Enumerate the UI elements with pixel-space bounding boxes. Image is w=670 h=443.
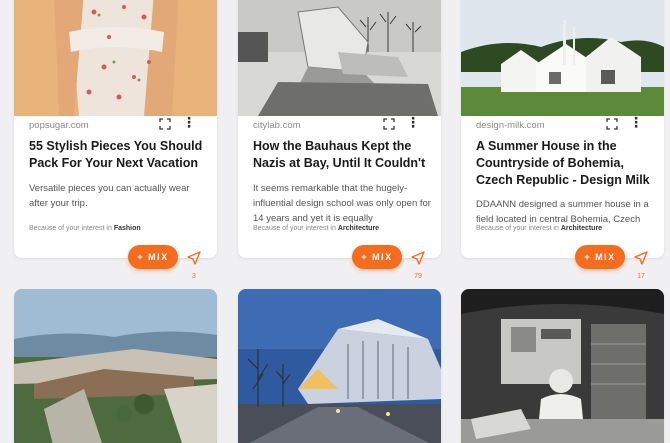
share-icon[interactable] bbox=[187, 251, 201, 265]
article-image[interactable] bbox=[14, 0, 217, 116]
share-icon[interactable] bbox=[634, 251, 648, 265]
article-title[interactable]: How the Bauhaus Kept the Nazis at Bay, U… bbox=[253, 138, 433, 172]
interest-reason: Because of your interest in Fashion bbox=[29, 225, 141, 232]
source-domain[interactable]: design-milk.com bbox=[476, 120, 545, 131]
expand-icon[interactable] bbox=[606, 118, 618, 130]
article-card[interactable] bbox=[14, 289, 217, 443]
article-card[interactable]: popsugar.com ⋮ 55 Stylish Pieces You Sho… bbox=[14, 0, 217, 258]
article-card[interactable]: design-milk.com ⋮ A Summer House in the … bbox=[461, 0, 664, 258]
more-options-icon[interactable]: ⋮ bbox=[406, 115, 420, 130]
mix-button[interactable]: + MIX bbox=[575, 245, 625, 269]
mix-button[interactable]: + MIX bbox=[128, 245, 178, 269]
share-count: 17 bbox=[637, 273, 645, 280]
share-count: 3 bbox=[192, 273, 196, 280]
article-title[interactable]: 55 Stylish Pieces You Should Pack For Yo… bbox=[29, 138, 209, 172]
expand-icon[interactable] bbox=[159, 118, 171, 130]
article-image[interactable] bbox=[14, 289, 217, 443]
mix-button[interactable]: + MIX bbox=[352, 245, 402, 269]
interest-reason: Because of your interest in Architecture bbox=[253, 225, 380, 232]
article-title[interactable]: A Summer House in the Countryside of Boh… bbox=[476, 138, 656, 189]
source-domain[interactable]: popsugar.com bbox=[29, 120, 89, 131]
interest-reason: Because of your interest in Architecture bbox=[476, 225, 603, 232]
more-options-icon[interactable]: ⋮ bbox=[629, 115, 643, 130]
share-count: 79 bbox=[414, 273, 422, 280]
article-card[interactable] bbox=[461, 289, 664, 443]
article-description: It seems remarkable that the hugely-infl… bbox=[253, 183, 431, 224]
interest-topic[interactable]: Architecture bbox=[561, 225, 602, 232]
article-image[interactable] bbox=[461, 0, 664, 116]
article-image[interactable] bbox=[461, 289, 664, 443]
expand-icon[interactable] bbox=[383, 118, 395, 130]
source-domain[interactable]: citylab.com bbox=[253, 120, 301, 131]
article-description: Versatile pieces you can actually wear a… bbox=[29, 183, 190, 209]
interest-topic[interactable]: Fashion bbox=[114, 225, 141, 232]
more-options-icon[interactable]: ⋮ bbox=[182, 115, 196, 130]
article-card[interactable]: citylab.com ⋮ How the Bauhaus Kept the N… bbox=[238, 0, 441, 258]
interest-topic[interactable]: Architecture bbox=[338, 225, 379, 232]
share-icon[interactable] bbox=[411, 251, 425, 265]
article-card[interactable] bbox=[238, 289, 441, 443]
article-description: DDAANN designed a summer house in a fiel… bbox=[476, 199, 649, 225]
article-image[interactable] bbox=[238, 289, 441, 443]
article-image[interactable] bbox=[238, 0, 441, 116]
